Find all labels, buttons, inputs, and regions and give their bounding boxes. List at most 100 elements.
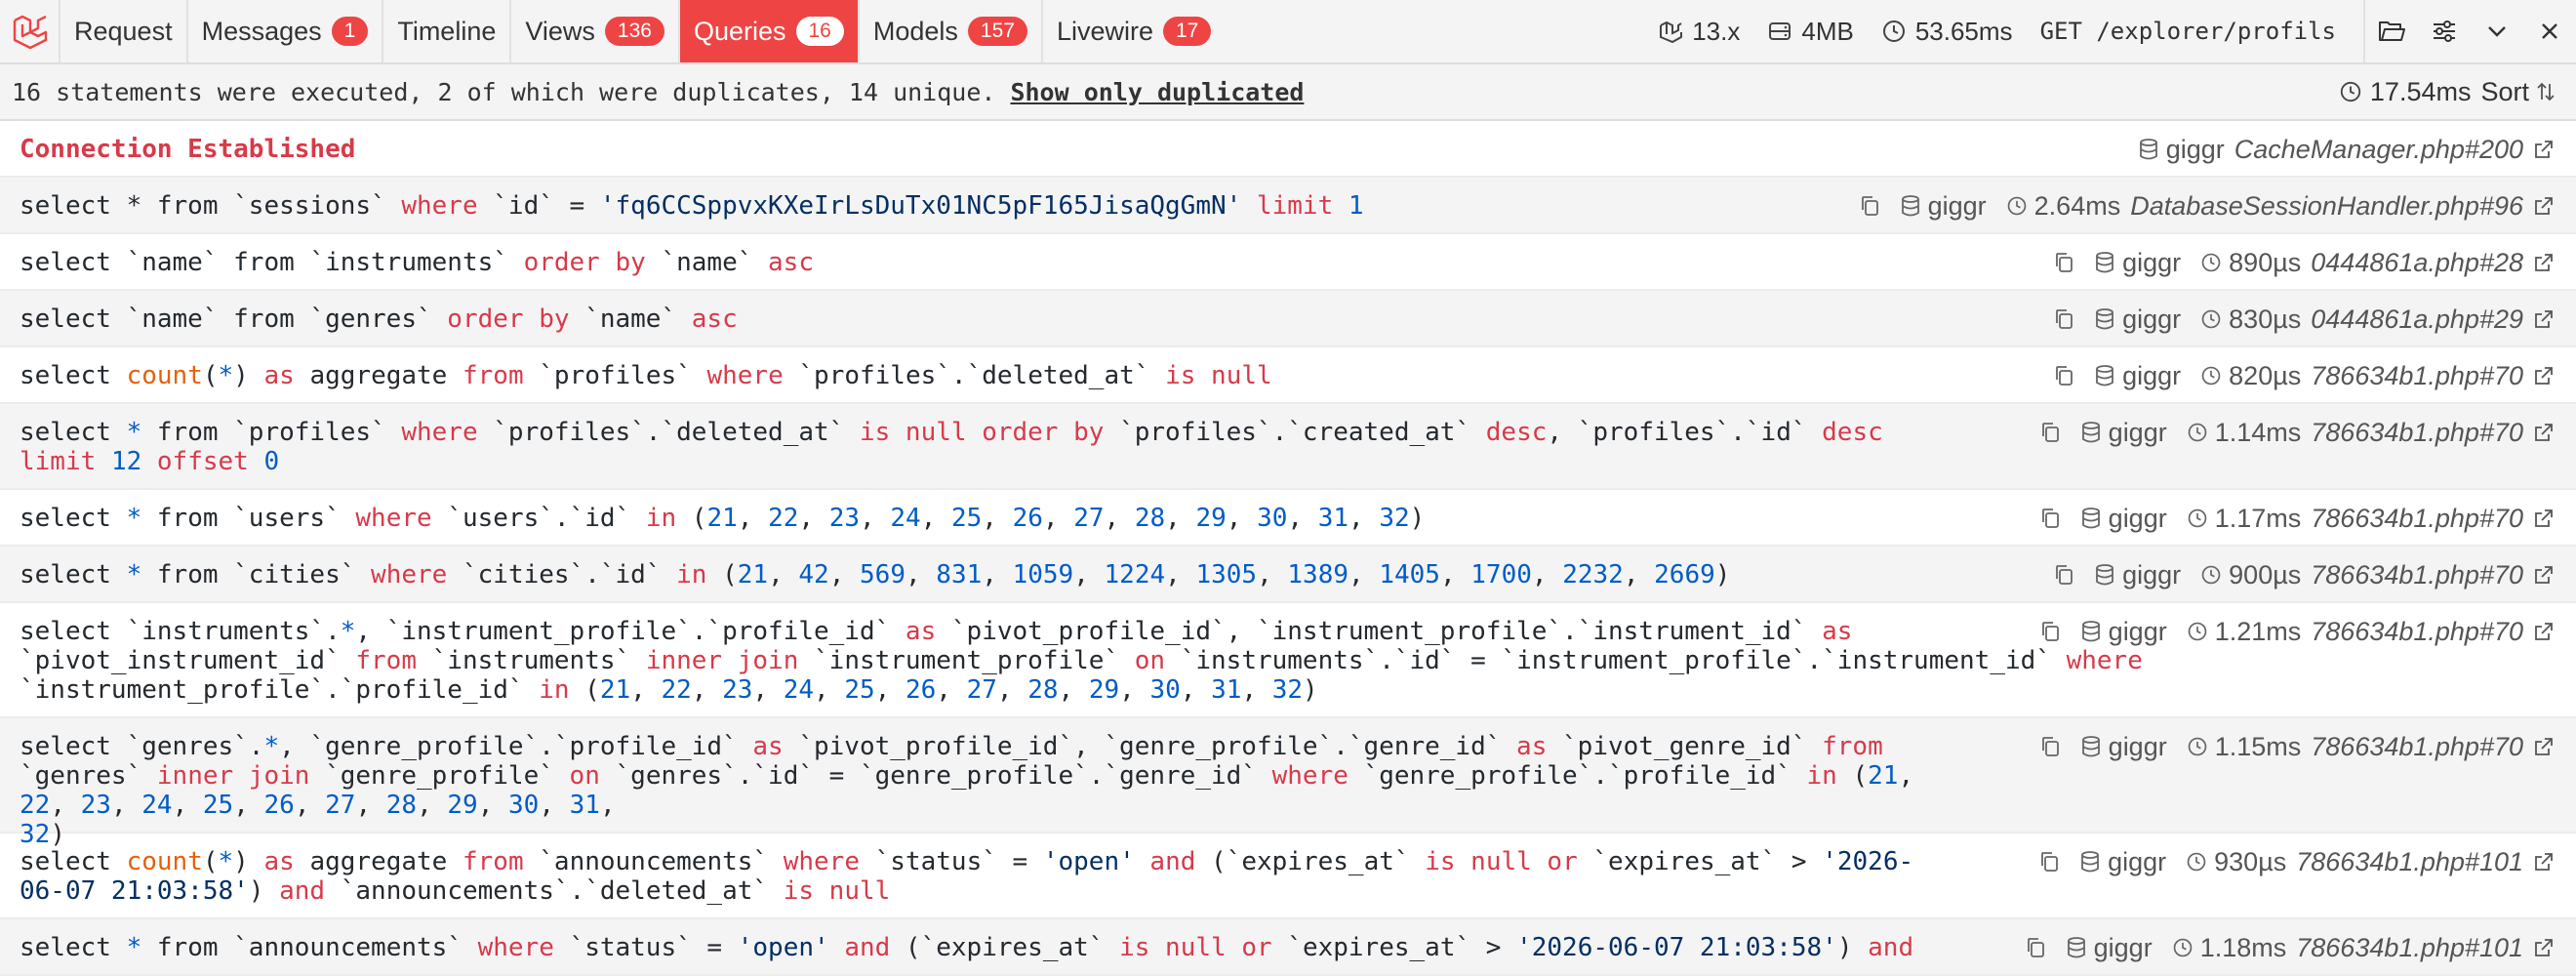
laravel-version-value: 13.x (1692, 16, 1741, 46)
source-file: 786634b1.php#70 (2311, 417, 2523, 447)
minimize-button[interactable] (2471, 0, 2523, 62)
query-info: giggr 820µs 786634b1.php#70 (2053, 347, 2555, 404)
open-file-icon[interactable] (2533, 252, 2555, 273)
source-file: 786634b1.php#70 (2311, 616, 2523, 646)
query-row[interactable]: select count(*) as aggregate from `annou… (0, 834, 2576, 919)
copy-icon[interactable] (2053, 563, 2074, 587)
request-route[interactable]: GET /explorer/profils (2027, 0, 2365, 62)
open-file-icon[interactable] (2533, 422, 2555, 443)
query-info: giggr 1.18ms 786634b1.php#101 (2025, 919, 2555, 976)
open-file-icon[interactable] (2533, 851, 2555, 873)
tab-queries[interactable]: Queries 16 (679, 0, 860, 62)
query-info: giggr 890µs 0444861a.php#28 (2053, 234, 2555, 291)
source-file: 0444861a.php#28 (2311, 247, 2523, 277)
tab-request[interactable]: Request (60, 0, 188, 62)
open-file-icon[interactable] (2533, 508, 2555, 529)
source-file: 786634b1.php#101 (2296, 846, 2523, 876)
query-row[interactable]: select * from `cities` where `cities`.`i… (0, 547, 2576, 603)
query-row[interactable]: select * from `profiles` where `profiles… (0, 404, 2576, 490)
query-duration: 900µs (2229, 559, 2302, 590)
queries-summary: 16 statements were executed, 2 of which … (0, 64, 2576, 121)
database-icon (2079, 850, 2101, 874)
tab-count-badge: 16 (795, 17, 844, 46)
open-file-icon[interactable] (2533, 365, 2555, 386)
query-row[interactable]: select * from `announcements` where `sta… (0, 919, 2576, 976)
copy-icon[interactable] (2039, 421, 2061, 444)
query-info: giggr 830µs 0444861a.php#29 (2053, 291, 2555, 347)
copy-icon[interactable] (2053, 307, 2074, 331)
source-file: 786634b1.php#70 (2311, 731, 2523, 761)
connection-name: giggr (2108, 417, 2167, 447)
laravel-version[interactable]: 13.x (1644, 0, 1753, 62)
open-file-icon[interactable] (2533, 564, 2555, 586)
query-sql: select * from `announcements` where `sta… (20, 933, 1914, 962)
copy-icon[interactable] (1859, 194, 1880, 218)
open-file-icon[interactable] (2533, 736, 2555, 757)
database-icon (2094, 251, 2115, 274)
query-duration: 1.14ms (2214, 417, 2302, 447)
tab-views[interactable]: Views 136 (511, 0, 680, 62)
sort-label: Sort (2480, 76, 2529, 106)
queries-list: Connection Established giggr CacheManage… (0, 121, 2576, 976)
open-file-icon[interactable] (2533, 937, 2555, 958)
query-duration: 830µs (2229, 304, 2302, 334)
tab-livewire[interactable]: Livewire 17 (1043, 0, 1225, 62)
database-icon (2094, 307, 2115, 331)
close-button[interactable] (2523, 0, 2576, 62)
query-row[interactable]: select `genres`.*, `genre_profile`.`prof… (0, 718, 2576, 849)
memory-usage[interactable]: 4MB (1753, 0, 1867, 62)
sort-button[interactable]: Sort (2480, 77, 2564, 107)
show-duplicated-link[interactable]: Show only duplicated (1010, 78, 1304, 106)
copy-icon[interactable] (2053, 364, 2074, 387)
tab-label: Views (525, 16, 595, 46)
copy-icon[interactable] (2039, 620, 2061, 643)
query-row[interactable]: select `name` from `genres` order by `na… (0, 291, 2576, 347)
query-sql: select * from `users` where `users`.`id`… (20, 504, 1426, 533)
open-file-icon[interactable] (2533, 195, 2555, 217)
request-duration[interactable]: 53.65ms (1868, 0, 2027, 62)
clock-icon (2200, 365, 2222, 386)
open-file-icon[interactable] (2533, 139, 2555, 160)
query-row[interactable]: select `instruments`.*, `instrument_prof… (0, 603, 2576, 718)
copy-icon[interactable] (2039, 507, 2061, 530)
tab-messages[interactable]: Messages 1 (188, 0, 384, 62)
total-time: 17.54ms (2369, 76, 2472, 106)
query-row[interactable]: select * from `sessions` where `id` = 'f… (0, 178, 2576, 234)
query-row[interactable]: select `name` from `instruments` order b… (0, 234, 2576, 291)
tab-timeline[interactable]: Timeline (383, 0, 512, 62)
query-row[interactable]: Connection Established giggr CacheManage… (0, 121, 2576, 178)
summary-right: 17.54ms Sort (2339, 77, 2564, 107)
query-row[interactable]: select count(*) as aggregate from `profi… (0, 347, 2576, 404)
query-sql: select `name` from `instruments` order b… (20, 248, 814, 277)
clock-icon (2172, 937, 2194, 958)
query-row[interactable]: select * from `users` where `users`.`id`… (0, 490, 2576, 547)
tab-models[interactable]: Models 157 (860, 0, 1043, 62)
copy-icon[interactable] (2039, 735, 2061, 758)
open-file-icon[interactable] (2533, 308, 2555, 330)
copy-icon[interactable] (2025, 936, 2046, 959)
query-info: giggr 2.64ms DatabaseSessionHandler.php#… (1859, 178, 2555, 234)
tab-label: Livewire (1056, 16, 1153, 46)
connection-name: giggr (2108, 503, 2167, 533)
copy-icon[interactable] (2053, 251, 2074, 274)
tab-count-badge: 157 (967, 17, 1027, 46)
tab-label: Timeline (397, 16, 497, 46)
database-icon (2094, 563, 2115, 587)
source-file: 786634b1.php#70 (2311, 360, 2523, 390)
connection-name: giggr (2165, 134, 2225, 164)
open-folder-button[interactable] (2365, 0, 2418, 62)
tab-label: Models (872, 16, 958, 46)
settings-button[interactable] (2418, 0, 2471, 62)
query-info: giggr 1.21ms 786634b1.php#70 (2039, 603, 2555, 660)
connection-name: giggr (2122, 559, 2182, 590)
database-icon (2066, 936, 2087, 959)
query-duration: 1.15ms (2214, 731, 2302, 761)
tab-count-badge: 17 (1163, 17, 1212, 46)
source-file: CacheManager.php#200 (2234, 134, 2523, 164)
clock-icon (2006, 195, 2028, 217)
laravel-logo-icon[interactable] (0, 0, 60, 62)
copy-icon[interactable] (2038, 850, 2060, 874)
memory-value: 4MB (1801, 16, 1854, 46)
open-file-icon[interactable] (2533, 621, 2555, 642)
query-sql: select `name` from `genres` order by `na… (20, 305, 738, 334)
